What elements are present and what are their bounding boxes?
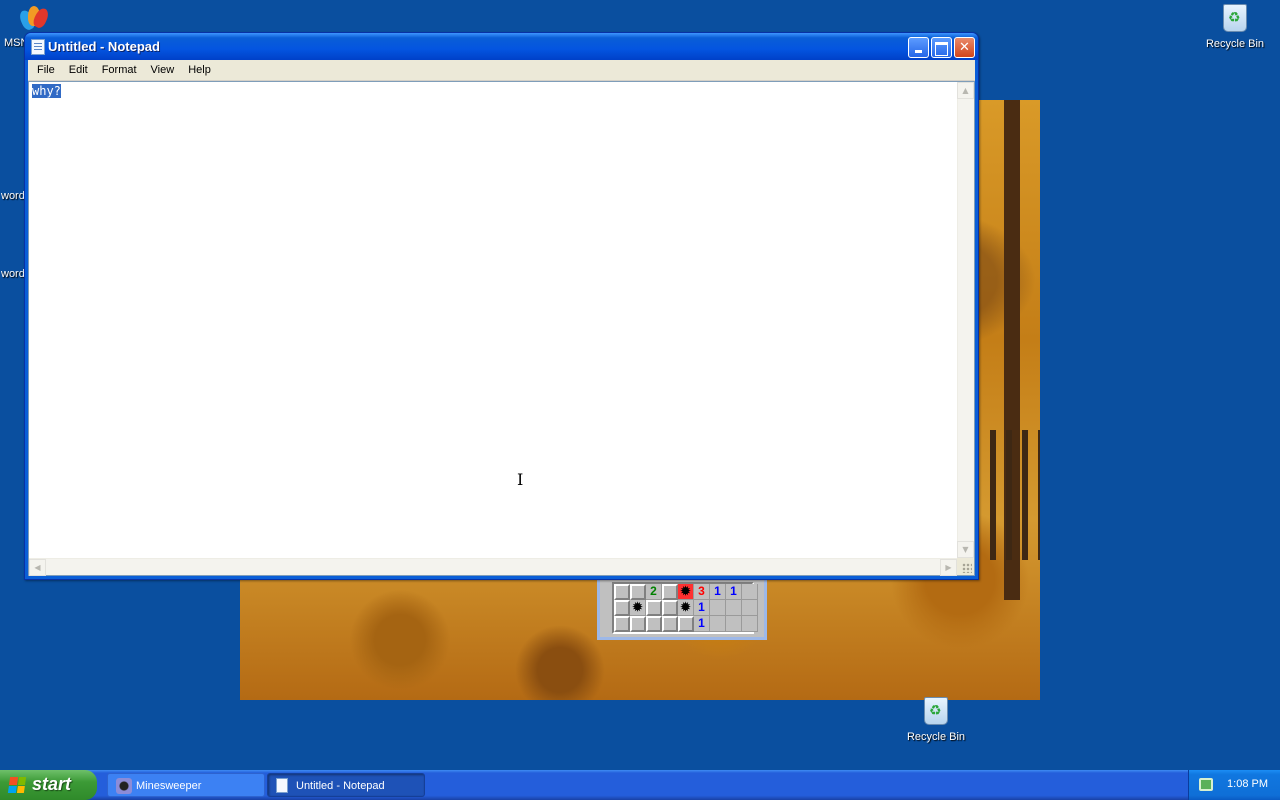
empty-cell[interactable] (726, 600, 742, 616)
taskbar-button-label: Minesweeper (136, 780, 202, 792)
hidden-cell[interactable] (630, 616, 646, 632)
empty-cell[interactable] (742, 616, 758, 632)
number-cell[interactable]: 2 (646, 584, 662, 600)
desktop-icon-label: word (1, 268, 25, 280)
desktop-icon-label: Recycle Bin (906, 731, 966, 743)
vertical-scrollbar[interactable]: ▲ ▼ (957, 82, 974, 558)
start-button[interactable]: start (0, 770, 97, 800)
minesweeper-window[interactable]: 231111 (597, 580, 767, 640)
close-icon: ✕ (959, 40, 970, 55)
minimize-icon (909, 50, 928, 53)
maximize-icon (932, 42, 951, 56)
text-editor[interactable]: why? ▲ ▼ ◀ ▶ (28, 81, 975, 576)
empty-cell[interactable] (726, 616, 742, 632)
desktop-icon-recycle-bin-top[interactable]: Recycle Bin (1200, 4, 1270, 50)
number-cell[interactable]: 1 (726, 584, 742, 600)
menu-edit[interactable]: Edit (62, 61, 95, 80)
notepad-icon (276, 778, 288, 793)
notepad-titlebar[interactable]: Untitled - Notepad ✕ (25, 33, 978, 60)
desktop-icon-label: word (1, 190, 25, 202)
number-cell[interactable]: 3 (694, 584, 710, 600)
empty-cell[interactable] (710, 600, 726, 616)
number-cell[interactable]: 1 (710, 584, 726, 600)
maximize-button[interactable] (931, 37, 952, 58)
empty-cell[interactable] (710, 616, 726, 632)
menu-view[interactable]: View (144, 61, 182, 80)
taskbar-button-label: Untitled - Notepad (296, 780, 385, 792)
menu-bar: File Edit Format View Help (28, 60, 975, 81)
scroll-down-button[interactable]: ▼ (957, 541, 974, 558)
empty-cell[interactable] (742, 600, 758, 616)
hidden-cell[interactable] (630, 584, 646, 600)
hidden-cell[interactable] (614, 584, 630, 600)
windows-flag-icon (7, 777, 27, 793)
hidden-cell[interactable] (646, 616, 662, 632)
empty-cell[interactable] (742, 584, 758, 600)
system-tray: 1:08 PM (1188, 770, 1280, 800)
horizontal-scrollbar[interactable]: ◀ ▶ (29, 558, 957, 576)
taskbar-button-minesweeper[interactable]: Minesweeper (107, 773, 265, 797)
text-area[interactable]: why? (29, 82, 957, 558)
scroll-right-button[interactable]: ▶ (940, 559, 957, 576)
window-title: Untitled - Notepad (48, 39, 160, 54)
desktop-icon-word-1[interactable]: word (0, 190, 25, 202)
number-cell[interactable]: 1 (694, 600, 710, 616)
hidden-cell[interactable] (678, 616, 694, 632)
desktop-icon-label: Recycle Bin (1205, 38, 1265, 50)
recycle-bin-icon (1219, 4, 1251, 36)
start-label: start (32, 774, 72, 794)
hidden-cell[interactable] (662, 600, 678, 616)
hidden-cell[interactable] (662, 616, 678, 632)
hidden-cell[interactable] (614, 600, 630, 616)
selected-text[interactable]: why? (32, 84, 61, 98)
number-cell[interactable]: 1 (694, 616, 710, 632)
network-icon[interactable] (1199, 778, 1213, 791)
menu-help[interactable]: Help (181, 61, 218, 80)
wallpaper-fence (990, 430, 1040, 560)
hidden-cell[interactable] (646, 600, 662, 616)
text-cursor-icon: I (517, 470, 524, 489)
menu-format[interactable]: Format (95, 61, 144, 80)
resize-grip[interactable] (957, 558, 974, 575)
recycle-bin-icon (920, 697, 952, 729)
desktop-icon-recycle-bin-bottom[interactable]: Recycle Bin (901, 697, 971, 743)
notepad-client-area: File Edit Format View Help why? ▲ ▼ ◀ ▶ (28, 60, 975, 576)
minesweeper-field[interactable]: 231111 (612, 582, 758, 634)
mine-cell[interactable] (678, 600, 694, 616)
notepad-window[interactable]: Untitled - Notepad ✕ File Edit Format Vi… (24, 32, 979, 580)
notepad-icon[interactable] (31, 39, 45, 55)
mine-cell[interactable] (678, 584, 694, 600)
minesweeper-icon (116, 778, 132, 794)
close-button[interactable]: ✕ (954, 37, 975, 58)
desktop-icon-word-2[interactable]: word (0, 268, 25, 280)
menu-file[interactable]: File (30, 61, 62, 80)
desktop: MSN word word Recycle Bin Recycle Bin 23… (0, 0, 1280, 770)
clock[interactable]: 1:08 PM (1227, 778, 1268, 790)
hidden-cell[interactable] (662, 584, 678, 600)
scroll-up-button[interactable]: ▲ (957, 82, 974, 99)
taskbar-button-notepad[interactable]: Untitled - Notepad (267, 773, 425, 797)
minimize-button[interactable] (908, 37, 929, 58)
hidden-cell[interactable] (614, 616, 630, 632)
scroll-left-button[interactable]: ◀ (29, 559, 46, 576)
mine-cell[interactable] (630, 600, 646, 616)
taskbar: start Minesweeper Untitled - Notepad 1:0… (0, 770, 1280, 800)
